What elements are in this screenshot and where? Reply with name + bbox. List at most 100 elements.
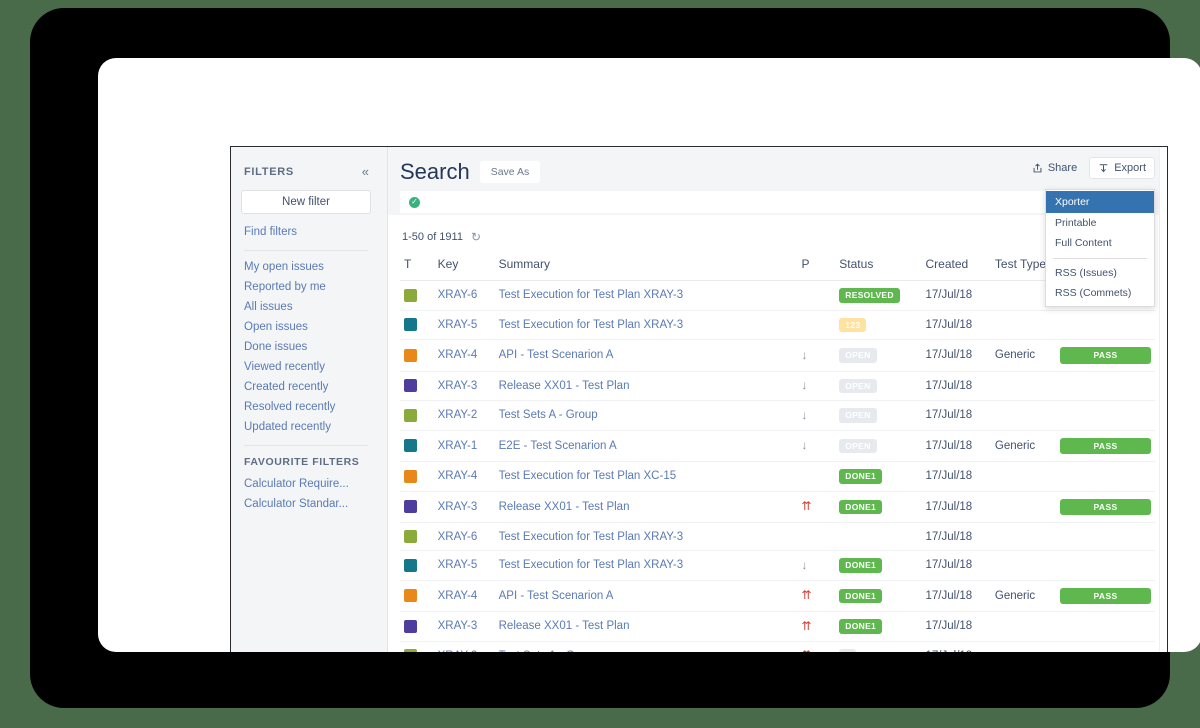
cell-test-run-status	[1056, 611, 1155, 642]
status-badge[interactable]: OPEN	[839, 378, 877, 393]
issue-summary-link[interactable]: Test Execution for Test Plan XRAY-3	[499, 289, 684, 301]
cell-key: XRAY-4	[433, 580, 495, 612]
status-badge[interactable]: DONE1	[839, 558, 883, 573]
issue-summary-link[interactable]: Release XX01 - Test Plan	[499, 501, 630, 513]
priority-high-icon: ⇈	[801, 649, 811, 652]
sidebar-item-updated-recently[interactable]: Updated recently	[241, 417, 371, 437]
issue-summary-link[interactable]: Test Sets A - Group	[499, 650, 598, 652]
export-button[interactable]: Export	[1089, 157, 1155, 179]
menu-item-rss-commets[interactable]: RSS (Commets)	[1046, 283, 1154, 303]
issue-key-link[interactable]: XRAY-2	[438, 650, 478, 652]
table-row[interactable]: XRAY-5 Test Execution for Test Plan XRAY-…	[400, 310, 1155, 340]
status-badge[interactable]: 123	[839, 317, 867, 332]
sidebar-item-my-open-issues[interactable]: My open issues	[241, 257, 371, 277]
cell-created: 17/Jul/18	[921, 522, 991, 551]
issue-key-link[interactable]: XRAY-3	[438, 380, 478, 392]
issue-key-link[interactable]: XRAY-5	[438, 559, 478, 571]
status-badge[interactable]: DONE1	[839, 588, 883, 603]
favourite-filter-calculator-standar[interactable]: Calculator Standar...	[241, 494, 371, 514]
table-row[interactable]: XRAY-6 Test Execution for Test Plan XRAY-…	[400, 280, 1155, 311]
issue-summary-link[interactable]: Test Execution for Test Plan XRAY-3	[499, 531, 684, 543]
search-input[interactable]	[420, 196, 1142, 208]
menu-item-xporter[interactable]: Xporter	[1046, 191, 1154, 214]
cell-priority	[797, 280, 836, 311]
issue-summary-link[interactable]: Release XX01 - Test Plan	[499, 620, 630, 632]
sidebar-item-open-issues[interactable]: Open issues	[241, 317, 371, 337]
test-run-status-badge[interactable]: PASS	[1060, 347, 1151, 364]
table-row[interactable]: XRAY-1 E2E - Test Scenarion A ↓ OPEN 17/Jul/…	[400, 430, 1155, 462]
issue-summary-link[interactable]: Test Execution for Test Plan XRAY-3	[499, 319, 684, 331]
column-header-type[interactable]: T	[400, 253, 434, 281]
issue-key-link[interactable]: XRAY-6	[438, 289, 478, 301]
table-row[interactable]: XRAY-3 Release XX01 - Test Plan ↓ OPEN 17/Ju…	[400, 371, 1155, 401]
column-header-status[interactable]: Status	[835, 253, 922, 281]
issue-summary-link[interactable]: Test Execution for Test Plan XRAY-3	[499, 559, 684, 571]
column-header-key[interactable]: Key	[433, 253, 495, 281]
status-badge[interactable]: DONE1	[839, 499, 883, 514]
vertical-scrollbar[interactable]	[1159, 147, 1167, 652]
refresh-icon[interactable]: ↻	[471, 231, 481, 243]
menu-item-printable[interactable]: Printable	[1046, 213, 1154, 233]
status-badge[interactable]: OPEN	[839, 438, 877, 453]
cell-issue-type	[400, 522, 434, 551]
issue-key-link[interactable]: XRAY-4	[438, 590, 478, 602]
issue-summary-link[interactable]: API - Test Scenarion A	[499, 349, 614, 361]
status-badge[interactable]: 2	[839, 648, 857, 652]
issue-key-link[interactable]: XRAY-6	[438, 531, 478, 543]
column-header-summary[interactable]: Summary	[494, 253, 798, 281]
issue-summary-link[interactable]: Release XX01 - Test Plan	[499, 380, 630, 392]
favourite-filter-calculator-require[interactable]: Calculator Require...	[241, 474, 371, 494]
table-row[interactable]: XRAY-3 Release XX01 - Test Plan ⇈ DONE1 17/J…	[400, 491, 1155, 523]
status-badge[interactable]: DONE1	[839, 469, 883, 484]
issue-key-link[interactable]: XRAY-3	[438, 501, 478, 513]
column-header-created[interactable]: Created	[921, 253, 991, 281]
test-run-status-badge[interactable]: PASS	[1060, 587, 1151, 604]
table-row[interactable]: XRAY-3 Release XX01 - Test Plan ⇈ DONE1 17/J…	[400, 611, 1155, 642]
cell-test-run-status: PASS	[1056, 580, 1155, 612]
cell-test-run-status	[1056, 371, 1155, 401]
issue-key-link[interactable]: XRAY-5	[438, 319, 478, 331]
status-badge[interactable]: OPEN	[839, 408, 877, 423]
status-badge[interactable]: DONE1	[839, 619, 883, 634]
issue-summary-link[interactable]: API - Test Scenarion A	[499, 590, 614, 602]
share-button-label: Share	[1047, 162, 1078, 174]
sidebar-item-done-issues[interactable]: Done issues	[241, 337, 371, 357]
sidebar-item-all-issues[interactable]: All issues	[241, 297, 371, 317]
menu-item-rss-issues[interactable]: RSS (Issues)	[1046, 263, 1154, 283]
issue-summary-link[interactable]: Test Sets A - Group	[499, 409, 598, 421]
table-row[interactable]: XRAY-2 Test Sets A - Group ↓ OPEN 17/Jul/18	[400, 400, 1155, 431]
issue-key-link[interactable]: XRAY-4	[438, 349, 478, 361]
save-as-button[interactable]: Save As	[479, 161, 541, 183]
issue-key-link[interactable]: XRAY-3	[438, 620, 478, 632]
cell-created: 17/Jul/18	[921, 400, 991, 431]
status-badge[interactable]: RESOLVED	[839, 288, 900, 303]
status-badge[interactable]: OPEN	[839, 348, 877, 363]
cell-key: XRAY-4	[433, 461, 495, 492]
new-filter-button[interactable]: New filter	[241, 190, 371, 214]
cell-priority: ↓	[797, 430, 836, 462]
sidebar-item-reported-by-me[interactable]: Reported by me	[241, 277, 371, 297]
sidebar-item-resolved-recently[interactable]: Resolved recently	[241, 397, 371, 417]
table-row[interactable]: XRAY-4 API - Test Scenarion A ↓ OPEN 17/Jul/…	[400, 339, 1155, 372]
table-row[interactable]: XRAY-4 Test Execution for Test Plan XC-15…	[400, 461, 1155, 492]
find-filters-link[interactable]: Find filters	[241, 222, 371, 242]
issue-summary-link[interactable]: Test Execution for Test Plan XC-15	[499, 470, 677, 482]
table-row[interactable]: XRAY-4 API - Test Scenarion A ⇈ DONE1 17/Jul…	[400, 580, 1155, 612]
test-run-status-badge[interactable]: PASS	[1060, 437, 1151, 454]
issue-summary-link[interactable]: E2E - Test Scenarion A	[499, 440, 617, 452]
test-run-status-badge[interactable]: PASS	[1060, 498, 1151, 515]
issue-key-link[interactable]: XRAY-2	[438, 409, 478, 421]
issue-key-link[interactable]: XRAY-4	[438, 470, 478, 482]
table-row[interactable]: XRAY-6 Test Execution for Test Plan XRAY-…	[400, 522, 1155, 551]
share-button[interactable]: Share	[1024, 158, 1085, 178]
table-row[interactable]: XRAY-2 Test Sets A - Group ⇈ 2 17/Jul/18	[400, 641, 1155, 652]
table-row[interactable]: XRAY-5 Test Execution for Test Plan XRAY-…	[400, 550, 1155, 581]
collapse-sidebar-icon[interactable]: «	[362, 165, 369, 178]
cell-issue-type	[400, 550, 434, 581]
menu-item-full-content[interactable]: Full Content	[1046, 233, 1154, 253]
sidebar-item-viewed-recently[interactable]: Viewed recently	[241, 357, 371, 377]
issue-key-link[interactable]: XRAY-1	[438, 440, 478, 452]
sidebar-item-created-recently[interactable]: Created recently	[241, 377, 371, 397]
column-header-priority[interactable]: P	[797, 253, 836, 281]
cell-created: 17/Jul/18	[921, 580, 991, 612]
